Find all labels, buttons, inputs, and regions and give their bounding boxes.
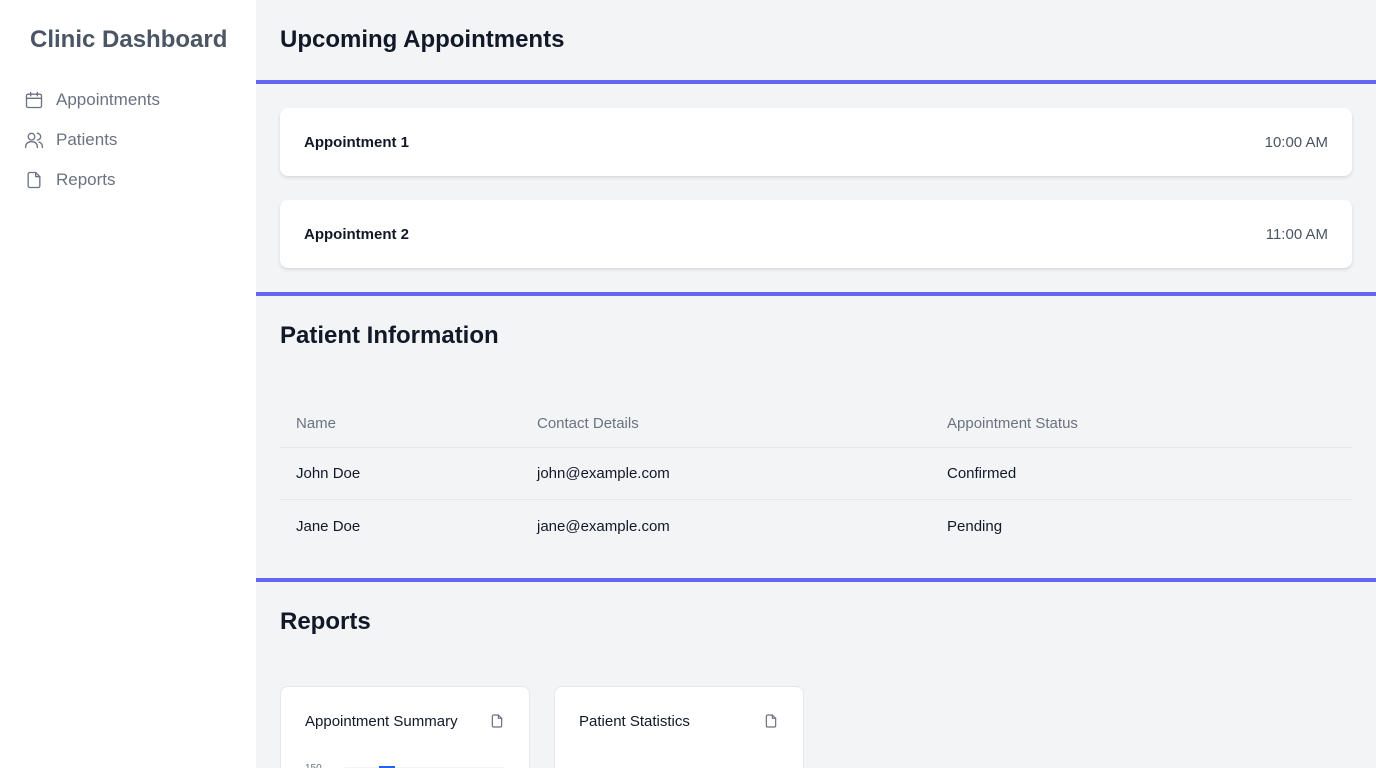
reports-title: Reports xyxy=(280,608,371,635)
appointment-summary-chart: 150 xyxy=(305,763,505,768)
report-card-patient-statistics[interactable]: Patient Statistics xyxy=(554,686,804,768)
table-row[interactable]: Jane Doe jane@example.com Pending xyxy=(280,500,1352,552)
appointment-name: Appointment 2 xyxy=(304,225,409,243)
main-content: Upcoming Appointments Appointment 1 10:0… xyxy=(256,0,1376,768)
report-card-appointment-summary[interactable]: Appointment Summary 150 xyxy=(280,686,530,768)
sidebar-item-patients[interactable]: Patients xyxy=(24,128,244,152)
column-header-name: Name xyxy=(296,415,337,432)
patient-contact: john@example.com xyxy=(537,465,670,482)
y-tick-label: 150 xyxy=(305,763,322,768)
patient-status: Confirmed xyxy=(947,465,1017,482)
section-divider xyxy=(256,578,1376,582)
appointments-title: Upcoming Appointments xyxy=(280,26,565,53)
sidebar-item-label: Patients xyxy=(56,130,118,149)
sidebar: Clinic Dashboard Appointments Patients R… xyxy=(0,0,256,768)
patient-name: Jane Doe xyxy=(296,517,361,535)
section-divider xyxy=(256,292,1376,296)
appointment-time: 11:00 AM xyxy=(1265,225,1328,243)
document-icon[interactable] xyxy=(763,713,779,729)
patient-contact: jane@example.com xyxy=(537,517,670,535)
document-icon xyxy=(24,170,44,190)
patient-table: Name Contact Details Appointment Status … xyxy=(280,400,1352,552)
column-header-contact: Contact Details xyxy=(537,415,639,432)
patients-title: Patient Information xyxy=(280,322,499,349)
table-row[interactable]: John Doe john@example.com Confirmed xyxy=(280,448,1352,500)
patient-status: Pending xyxy=(947,517,1003,535)
calendar-icon xyxy=(24,90,44,110)
sidebar-item-appointments[interactable]: Appointments xyxy=(24,88,244,112)
column-header-status: Appointment Status xyxy=(947,415,1078,432)
section-divider xyxy=(256,80,1376,84)
document-icon[interactable] xyxy=(489,713,505,729)
report-title: Appointment Summary xyxy=(305,713,458,730)
sidebar-item-label: Reports xyxy=(56,170,116,189)
patient-name: John Doe xyxy=(296,465,361,482)
appointment-card[interactable]: Appointment 1 10:00 AM xyxy=(280,108,1352,176)
appointment-card[interactable]: Appointment 2 11:00 AM xyxy=(280,200,1352,268)
sidebar-item-reports[interactable]: Reports xyxy=(24,168,244,192)
sidebar-item-label: Appointments xyxy=(56,90,160,109)
sidebar-nav: Appointments Patients Reports xyxy=(24,88,244,208)
table-header-row: Name Contact Details Appointment Status xyxy=(280,400,1352,448)
report-title: Patient Statistics xyxy=(579,713,690,730)
app-title: Clinic Dashboard xyxy=(30,26,228,53)
users-icon xyxy=(24,130,44,150)
appointment-name: Appointment 1 xyxy=(304,133,409,151)
appointment-time: 10:00 AM xyxy=(1264,133,1328,151)
